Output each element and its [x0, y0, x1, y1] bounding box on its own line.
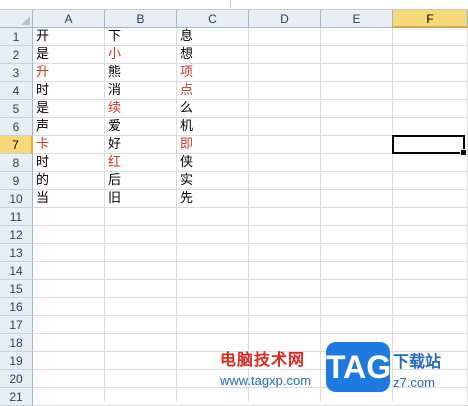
cell-c7[interactable]: 即	[177, 136, 248, 154]
row-gridline	[33, 333, 468, 334]
row-header-11[interactable]: 11	[0, 208, 33, 226]
watermark-url: www.tagxp.com	[220, 373, 312, 388]
row-header-8[interactable]: 8	[0, 154, 33, 172]
row-gridline	[33, 297, 468, 298]
column-header-e[interactable]: E	[321, 10, 393, 28]
cell-b9[interactable]: 后	[105, 172, 176, 190]
cell-a2[interactable]: 是	[33, 46, 104, 64]
cell-a4[interactable]: 时	[33, 82, 104, 100]
row-header-6[interactable]: 6	[0, 118, 33, 136]
column-header-c[interactable]: C	[177, 10, 249, 28]
row-header-4[interactable]: 4	[0, 82, 33, 100]
column-header-a[interactable]: A	[33, 10, 105, 28]
row-header-16[interactable]: 16	[0, 298, 33, 316]
cell-c9[interactable]: 实	[177, 172, 248, 190]
row-header-18[interactable]: 18	[0, 334, 33, 352]
cell-b5[interactable]: 续	[105, 100, 176, 118]
cell-b7[interactable]: 好	[105, 136, 176, 154]
formula-input[interactable]	[230, 0, 468, 8]
row-header-21[interactable]: 21	[0, 388, 33, 406]
cell-b3[interactable]: 熊	[105, 64, 176, 82]
watermark-logo-text: TAG	[326, 349, 392, 385]
cell-b10[interactable]: 旧	[105, 190, 176, 208]
watermark-right-url: z7.com	[393, 375, 435, 390]
cell-c1[interactable]: 息	[177, 28, 248, 46]
formula-bar-edge	[0, 0, 468, 10]
column-header-b[interactable]: B	[105, 10, 177, 28]
selected-cell[interactable]	[392, 135, 467, 156]
row-header-1[interactable]: 1	[0, 28, 33, 46]
cell-a3[interactable]: 升	[33, 64, 104, 82]
row-gridline	[33, 243, 468, 244]
cell-c5[interactable]: 么	[177, 100, 248, 118]
cell-c8[interactable]: 侠	[177, 154, 248, 172]
cell-a7[interactable]: 卡	[33, 136, 104, 154]
select-all-button[interactable]	[0, 10, 33, 28]
cell-c3[interactable]: 项	[177, 64, 248, 82]
cell-b6[interactable]: 爱	[105, 118, 176, 136]
cell-c6[interactable]: 机	[177, 118, 248, 136]
row-header-15[interactable]: 15	[0, 280, 33, 298]
cell-a6[interactable]: 声	[33, 118, 104, 136]
cell-a10[interactable]: 当	[33, 190, 104, 208]
row-gridline	[33, 315, 468, 316]
row-header-19[interactable]: 19	[0, 352, 33, 370]
row-header-13[interactable]: 13	[0, 244, 33, 262]
cell-a1[interactable]: 开	[33, 28, 104, 46]
cell-b8[interactable]: 红	[105, 154, 176, 172]
row-gridline	[33, 225, 468, 226]
row-header-20[interactable]: 20	[0, 370, 33, 388]
cell-a9[interactable]: 的	[33, 172, 104, 190]
row-header-9[interactable]: 9	[0, 172, 33, 190]
cell-b4[interactable]: 消	[105, 82, 176, 100]
cell-a5[interactable]: 是	[33, 100, 104, 118]
row-header-7[interactable]: 7	[0, 136, 33, 154]
column-header-d[interactable]: D	[249, 10, 321, 28]
cell-b1[interactable]: 下	[105, 28, 176, 46]
row-header-14[interactable]: 14	[0, 262, 33, 280]
row-header-17[interactable]: 17	[0, 316, 33, 334]
watermark-title: 电脑技术网	[220, 350, 306, 369]
watermark-logo: TAG	[326, 342, 392, 392]
watermark: 电脑技术网 www.tagxp.com TAG 下载站 z7.com	[218, 340, 468, 402]
cell-c10[interactable]: 先	[177, 190, 248, 208]
row-header-12[interactable]: 12	[0, 226, 33, 244]
cell-c2[interactable]: 想	[177, 46, 248, 64]
watermark-right-text: 下载站	[393, 352, 442, 371]
row-header-3[interactable]: 3	[0, 64, 33, 82]
row-header-2[interactable]: 2	[0, 46, 33, 64]
row-header-10[interactable]: 10	[0, 190, 33, 208]
cell-b2[interactable]: 小	[105, 46, 176, 64]
row-header-5[interactable]: 5	[0, 100, 33, 118]
row-gridline	[33, 261, 468, 262]
cell-c4[interactable]: 点	[177, 82, 248, 100]
cell-a8[interactable]: 时	[33, 154, 104, 172]
row-gridline	[33, 279, 468, 280]
column-header-f[interactable]: F	[393, 10, 468, 28]
